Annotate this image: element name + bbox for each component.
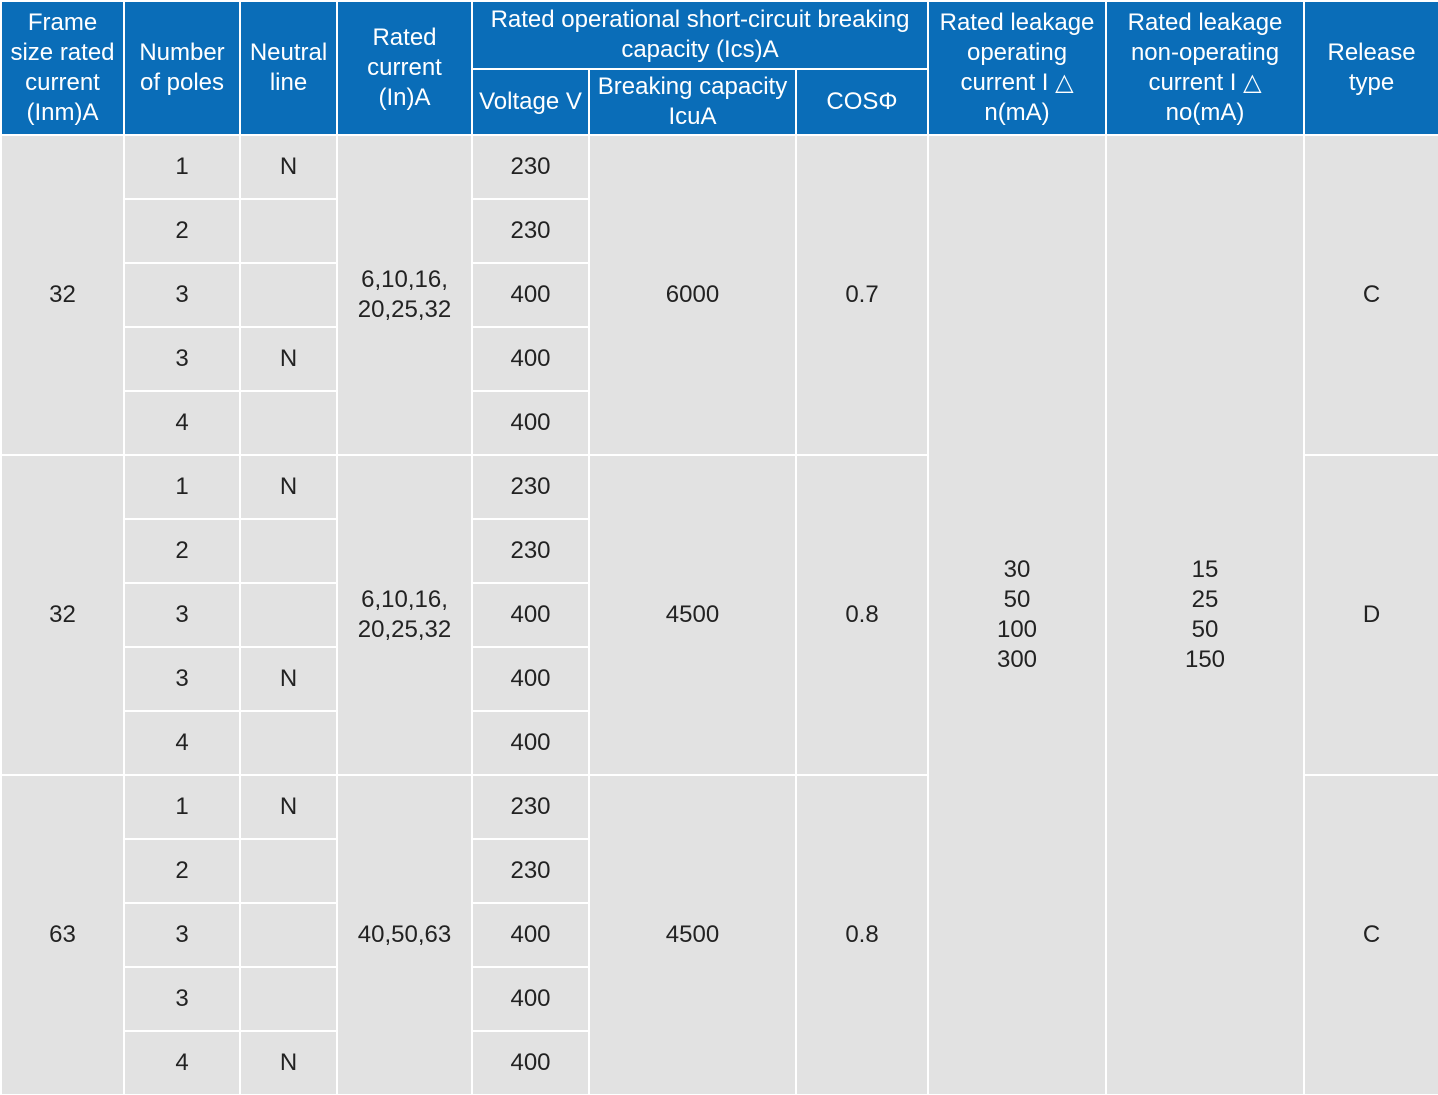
poles-cell: 3 xyxy=(123,582,241,648)
poles-cell: 4 xyxy=(123,710,241,776)
neutral-cell: N xyxy=(239,326,338,392)
poles-cell: 4 xyxy=(123,1030,241,1095)
cos-cell: 0.7 xyxy=(794,134,930,456)
neutral-cell xyxy=(239,518,338,584)
voltage-cell: 230 xyxy=(471,838,590,904)
release-type-cell: C xyxy=(1303,134,1438,456)
spec-table: Frame size rated current (Inm)A Number o… xyxy=(0,0,1438,1095)
voltage-cell: 400 xyxy=(471,1030,590,1095)
breaking-capacity-cell: 4500 xyxy=(588,774,797,1095)
neutral-cell: N xyxy=(239,134,338,200)
voltage-cell: 230 xyxy=(471,774,590,840)
header-frame-size: Frame size rated current (Inm)A xyxy=(0,0,125,136)
neutral-cell xyxy=(239,710,338,776)
voltage-cell: 230 xyxy=(471,134,590,200)
header-leak-nonoperating: Rated leakage non-operating current I △ … xyxy=(1105,0,1306,136)
breaking-capacity-cell: 4500 xyxy=(588,454,797,776)
neutral-cell xyxy=(239,198,338,264)
neutral-cell xyxy=(239,966,338,1032)
voltage-cell: 400 xyxy=(471,966,590,1032)
neutral-cell xyxy=(239,262,338,328)
header-cos: COSΦ xyxy=(794,68,930,136)
leak-nonoperating-cell: 15 25 50 150 xyxy=(1105,134,1306,1095)
poles-cell: 3 xyxy=(123,646,241,712)
rated-current-cell: 6,10,16, 20,25,32 xyxy=(336,454,473,776)
breaking-capacity-cell: 6000 xyxy=(588,134,797,456)
header-poles: Number of poles xyxy=(123,0,241,136)
header-ics-group: Rated operational short-circuit breaking… xyxy=(470,0,930,70)
voltage-cell: 230 xyxy=(471,518,590,584)
poles-cell: 3 xyxy=(123,262,241,328)
neutral-cell: N xyxy=(239,1030,338,1095)
rated-current-cell: 40,50,63 xyxy=(336,774,473,1095)
neutral-cell xyxy=(239,838,338,904)
table-header: Frame size rated current (Inm)A Number o… xyxy=(0,0,1438,136)
voltage-cell: 230 xyxy=(471,454,590,520)
header-release-type: Release type xyxy=(1303,0,1438,136)
neutral-cell: N xyxy=(239,454,338,520)
table-body: 32 1 N 6,10,16, 20,25,32 230 6000 0.7 30 50 100… xyxy=(0,134,1438,1095)
poles-cell: 3 xyxy=(123,902,241,968)
poles-cell: 2 xyxy=(123,838,241,904)
voltage-cell: 400 xyxy=(471,710,590,776)
voltage-cell: 400 xyxy=(471,646,590,712)
leak-operating-cell: 30 50 100 300 xyxy=(927,134,1108,1095)
neutral-cell xyxy=(239,390,338,456)
cos-cell: 0.8 xyxy=(794,454,930,776)
rated-current-cell: 6,10,16, 20,25,32 xyxy=(336,134,473,456)
poles-cell: 2 xyxy=(123,198,241,264)
neutral-cell: N xyxy=(239,774,338,840)
release-type-cell: C xyxy=(1303,774,1438,1095)
frame-size-cell: 63 xyxy=(0,774,125,1095)
poles-cell: 1 xyxy=(123,454,241,520)
voltage-cell: 230 xyxy=(471,198,590,264)
poles-cell: 3 xyxy=(123,966,241,1032)
neutral-cell: N xyxy=(239,646,338,712)
poles-cell: 1 xyxy=(123,134,241,200)
table-row: 32 1 N 6,10,16, 20,25,32 230 6000 0.7 30 50 100… xyxy=(0,134,1438,1095)
cos-cell: 0.8 xyxy=(794,774,930,1095)
header-leak-operating: Rated leakage operating current I △ n(mA… xyxy=(927,0,1108,136)
header-rated-current: Rated current (In)A xyxy=(336,0,473,136)
neutral-cell xyxy=(239,582,338,648)
poles-cell: 1 xyxy=(123,774,241,840)
header-voltage: Voltage V xyxy=(471,68,590,136)
voltage-cell: 400 xyxy=(471,582,590,648)
voltage-cell: 400 xyxy=(471,262,590,328)
frame-size-cell: 32 xyxy=(0,454,125,776)
release-type-cell: D xyxy=(1303,454,1438,776)
poles-cell: 2 xyxy=(123,518,241,584)
frame-size-cell: 32 xyxy=(0,134,125,456)
header-breaking-capacity: Breaking capacity IcuA xyxy=(588,68,797,136)
poles-cell: 3 xyxy=(123,326,241,392)
header-neutral: Neutral line xyxy=(239,0,338,136)
voltage-cell: 400 xyxy=(471,902,590,968)
voltage-cell: 400 xyxy=(471,326,590,392)
neutral-cell xyxy=(239,902,338,968)
poles-cell: 4 xyxy=(123,390,241,456)
voltage-cell: 400 xyxy=(471,390,590,456)
